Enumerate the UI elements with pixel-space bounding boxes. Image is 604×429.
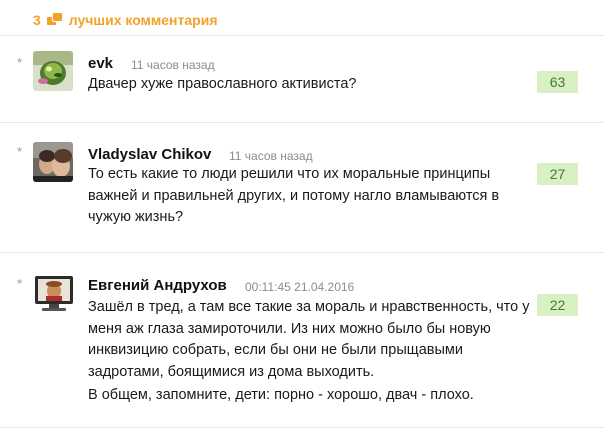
comment-time[interactable]: 11 часов назад [229, 149, 313, 163]
comment-text: Двачер хуже православного активиста? [88, 74, 356, 96]
comment-time[interactable]: 00:11:45 21.04.2016 [245, 280, 354, 294]
avatar[interactable] [33, 142, 73, 182]
comment-score[interactable]: 27 [537, 163, 578, 185]
comment-text: Зашёл в тред, а там все такие за мораль … [88, 297, 530, 383]
star-icon[interactable]: ★ [16, 278, 23, 286]
top-comments-label: лучших комментария [68, 12, 218, 28]
star-icon[interactable]: ★ [16, 57, 23, 65]
avatar[interactable] [33, 51, 73, 91]
avatar[interactable] [33, 272, 75, 316]
comment-text-line: инквизицию собрать, если бы они не были … [88, 342, 463, 358]
comment-text-line: В общем, запомните, дети: порно - хорошо… [88, 387, 474, 403]
divider [0, 427, 604, 428]
comment-score[interactable]: 22 [537, 294, 578, 316]
comment-text-line: Зашёл в тред, а там все такие за мораль … [88, 299, 530, 315]
divider [0, 252, 604, 253]
comments-icon [46, 13, 63, 27]
star-icon[interactable]: ★ [16, 146, 23, 154]
divider [0, 35, 604, 36]
comment-text-line: Двачер хуже православного активиста? [88, 76, 357, 92]
top-comments-count: 3 [33, 12, 41, 28]
comment-author[interactable]: Евгений Андрухов [88, 277, 227, 294]
comment-author[interactable]: Vladyslav Chikov [88, 146, 211, 163]
comment-score[interactable]: 63 [537, 71, 578, 93]
comment-author[interactable]: evk [88, 55, 113, 72]
comment-text-line: задротами, боящимися из дома выходить. [88, 363, 375, 380]
comment-text-line: То есть какие то люди решили что их мора… [88, 166, 491, 182]
comment-time[interactable]: 11 часов назад [131, 58, 215, 72]
comment-text-line: меня аж глаза замироточили. Из них можно… [88, 320, 491, 337]
divider [0, 122, 604, 123]
comment-text-line: важней и правильней других, и потому наг… [88, 187, 500, 204]
comment-text-line: чужую жизнь? [88, 209, 184, 225]
comment-text-paragraph: В общем, запомните, дети: порно - хорошо… [88, 385, 474, 407]
top-comments-header[interactable]: 3 лучших комментария [33, 10, 218, 30]
comment-text: То есть какие то люди решили что их мора… [88, 164, 499, 229]
